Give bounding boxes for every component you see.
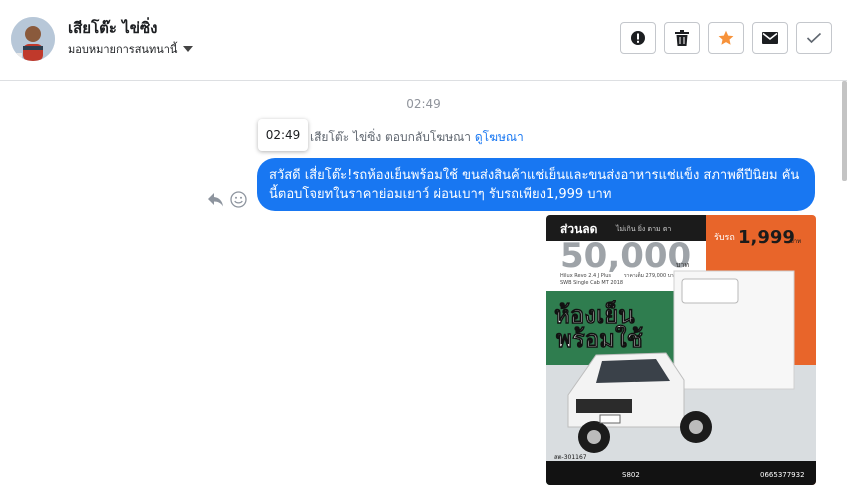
ad-image[interactable]: ส่วนลด ไม่เกิน ยิ่ง ตาม ตา 50,000 บาท Hi… [546,215,816,485]
star-button[interactable] [708,22,744,54]
delete-button[interactable] [664,22,700,54]
header-actions [620,22,832,54]
mark-done-button[interactable] [796,22,832,54]
mark-unread-button[interactable] [752,22,788,54]
message-bubble[interactable]: สวัสดี เสี่ยโต๊ะ!รถห้องเย็นพร้อมใช้ ขนส่… [257,158,815,211]
ad-price-amount: 1,999 [738,227,795,248]
emoji-icon[interactable] [230,191,247,208]
envelope-icon [762,32,778,44]
ad-price-full: ราคาเต็ม 279,000 บาท [624,271,677,279]
mark-spam-button[interactable] [620,22,656,54]
star-icon [718,30,734,45]
ad-footer-phone: 0665377932 [760,471,805,479]
ad-plate: สต-301167 [554,454,587,461]
trash-icon [675,30,689,46]
contact-name[interactable]: เสียโต๊ะ ไข่ซิ่ง [68,16,157,40]
ad-reply-notice: เสียโต๊ะ ไข่ซิ่ง ตอบกลับโฆษณา ดูโฆษณา [310,128,524,147]
ad-discount-sub: ไม่เกิน ยิ่ง ตาม ตา [615,224,671,233]
ad-footer-code: S802 [622,471,640,479]
conversation-header: เสียโต๊ะ ไข่ซิ่ง มอบหมายการสนทนานี้ [0,0,847,81]
ad-discount-label: ส่วนลด [560,222,598,236]
message-tools [208,191,247,208]
ad-model-line2: SWB Single Cab MT 2018 [560,280,623,286]
scrollbar[interactable] [842,81,847,181]
exclamation-icon [631,31,645,45]
check-icon [806,32,822,44]
ad-model-line1: Hilux Revo 2.4 J Plus [560,273,611,279]
ad-reply-text: เสียโต๊ะ ไข่ซิ่ง ตอบกลับโฆษณา [310,130,471,144]
ad-price-label: รับรถ [714,233,735,243]
ad-headline-2: พร้อมใช้ [556,324,643,353]
assign-conversation-dropdown[interactable]: มอบหมายการสนทนานี้ [68,40,194,58]
view-ad-link[interactable]: ดูโฆษณา [475,130,524,144]
timestamp-tooltip: 02:49 [258,119,308,151]
message-thread[interactable]: 02:49 เสียโต๊ะ ไข่ซิ่ง ตอบกลับโฆษณา ดูโฆ… [0,81,847,493]
ad-price-unit: บาท [790,238,801,245]
avatar[interactable] [11,17,55,61]
ad-graphic: ส่วนลด ไม่เกิน ยิ่ง ตาม ตา 50,000 บาท Hi… [546,215,816,485]
assign-label: มอบหมายการสนทนานี้ [68,43,178,56]
caret-down-icon [183,46,194,52]
reply-icon[interactable] [208,192,224,207]
ad-discount-unit: บาท [676,261,689,269]
timestamp-separator: 02:49 [406,97,441,111]
ad-discount-amount: 50,000 [560,236,691,276]
